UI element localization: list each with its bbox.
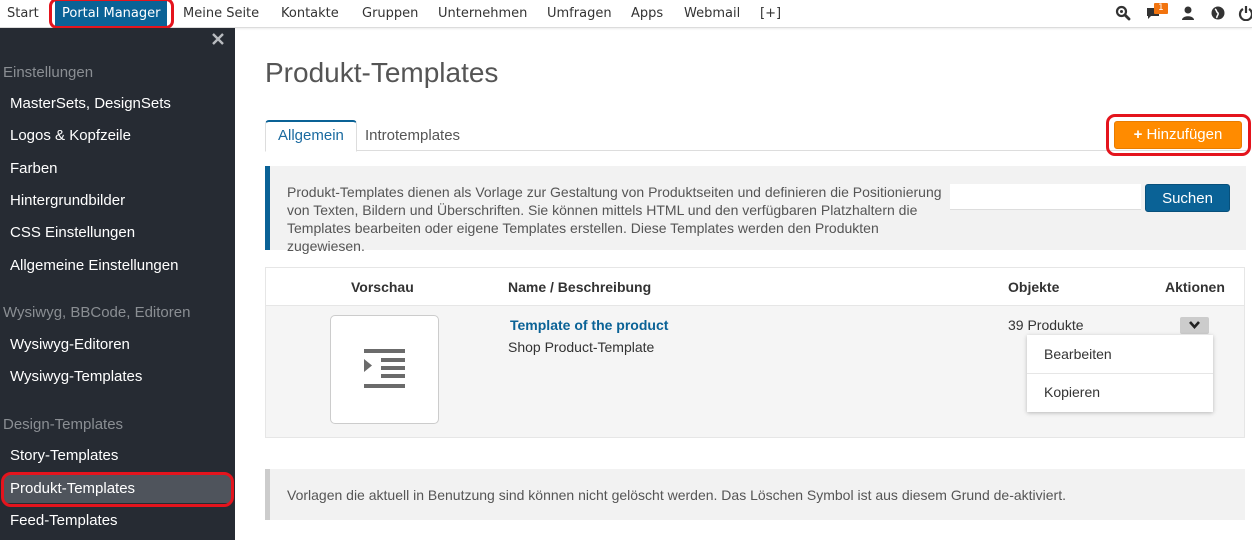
search-icon[interactable] [1115,5,1131,21]
nav-webmail[interactable]: Webmail [677,0,747,27]
info-panel: Produkt-Templates dienen als Vorlage zur… [265,166,1246,254]
sidebar-item-produkt-templates[interactable]: Produkt-Templates [3,475,232,503]
plus-icon: + [1133,126,1143,143]
sidebar-item-feed-templates[interactable]: Feed-Templates [0,507,235,535]
nav-unternehmen[interactable]: Unternehmen [431,0,534,27]
sidebar-item-logos[interactable]: Logos & Kopfzeile [0,122,235,150]
template-preview[interactable] [330,315,439,424]
template-object-count: 39 Produkte [1008,317,1084,333]
column-header-preview: Vorschau [351,279,414,295]
table-header: Vorschau Name / Beschreibung Objekte Akt… [266,268,1244,306]
column-header-name: Name / Beschreibung [508,279,652,295]
add-button[interactable]: + Hinzufügen [1114,121,1242,149]
nav-portal-manager[interactable]: Portal Manager [55,0,168,27]
sidebar: Einstellungen MasterSets, DesignSets Log… [0,28,235,540]
nav-umfragen[interactable]: Umfragen [540,0,619,27]
close-icon[interactable] [211,32,225,46]
info-text: Produkt-Templates dienen als Vorlage zur… [287,184,942,254]
sidebar-item-story-templates[interactable]: Story-Templates [0,442,235,470]
actions-dropdown-button[interactable] [1180,317,1209,334]
page-title: Produkt-Templates [265,57,499,88]
menu-item-bearbeiten[interactable]: Bearbeiten [1027,335,1213,373]
sidebar-item-wysiwyg-editoren[interactable]: Wysiwyg-Editoren [0,331,235,359]
sidebar-section-einstellungen: Einstellungen [3,64,94,81]
nav-gruppen[interactable]: Gruppen [355,0,425,27]
tab-allgemein[interactable]: Allgemein [265,120,357,152]
tab-introtemplates[interactable]: Introtemplates [353,120,472,151]
sidebar-item-css[interactable]: CSS Einstellungen [0,219,235,247]
chevron-down-icon [1189,321,1200,329]
sidebar-item-allgemeine[interactable]: Allgemeine Einstellungen [0,252,235,280]
search-input[interactable] [950,184,1141,210]
sidebar-section-wysiwyg: Wysiwyg, BBCode, Editoren [3,304,191,321]
template-description: Shop Product-Template [508,339,655,355]
nav-apps[interactable]: Apps [624,0,670,27]
note-text: Vorlagen die aktuell in Benutzung sind k… [287,487,1067,503]
sidebar-item-mastersets[interactable]: MasterSets, DesignSets [0,90,235,118]
nav-meine-seite[interactable]: Meine Seite [176,0,266,27]
sidebar-item-farben[interactable]: Farben [0,155,235,183]
nav-kontakte[interactable]: Kontakte [274,0,346,27]
column-header-objects: Objekte [1008,279,1060,295]
column-header-actions: Aktionen [1165,279,1225,295]
globe-icon[interactable] [1210,5,1226,21]
add-button-label: Hinzufügen [1146,126,1223,143]
user-icon[interactable] [1180,5,1196,21]
nav-start[interactable]: Start [0,0,46,27]
actions-menu: Bearbeiten Kopieren [1027,335,1213,412]
top-navigation: Start Portal Manager Meine Seite Kontakt… [0,0,1252,29]
template-name-link[interactable]: Template of the product [510,317,668,333]
tab-bar: Allgemein Introtemplates [265,120,1249,152]
nav-more[interactable]: [+] [753,0,788,27]
sidebar-section-design-templates: Design-Templates [3,416,124,433]
sidebar-item-wysiwyg-templates[interactable]: Wysiwyg-Templates [0,363,235,391]
note-panel: Vorlagen die aktuell in Benutzung sind k… [265,469,1245,520]
power-icon[interactable] [1238,5,1252,22]
messages-badge: 1 [1154,3,1168,14]
menu-item-kopieren[interactable]: Kopieren [1027,373,1213,411]
indent-icon [364,349,405,388]
sidebar-item-hintergrundbilder[interactable]: Hintergrundbilder [0,187,235,215]
search-button[interactable]: Suchen [1145,184,1230,212]
